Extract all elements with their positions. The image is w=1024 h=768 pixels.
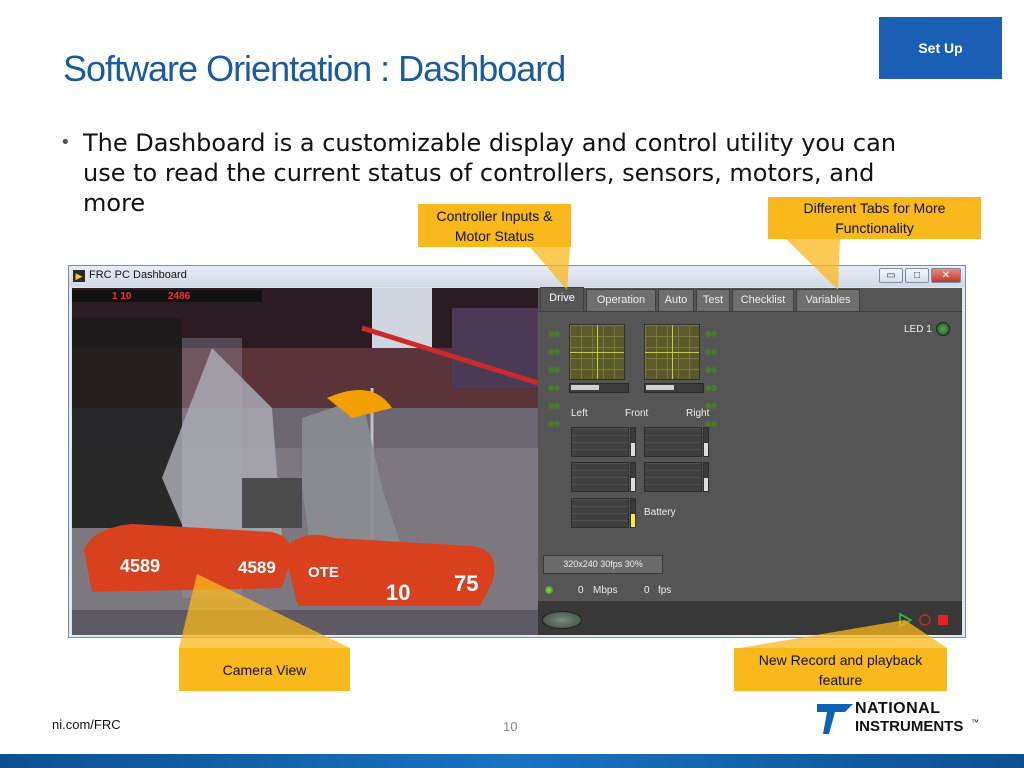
motor-meter-right-2 bbox=[644, 462, 702, 492]
connection-oval-button[interactable] bbox=[542, 611, 582, 629]
maximize-button[interactable]: □ bbox=[905, 268, 929, 283]
callout-tabs-text: Different Tabs for More Functionality bbox=[803, 200, 946, 236]
logo-line1: NATIONAL bbox=[855, 700, 941, 717]
scoreboard-left: 1 10 bbox=[112, 291, 132, 302]
label-right: Right bbox=[686, 408, 710, 419]
play-icon[interactable] bbox=[898, 613, 912, 627]
tab-checklist[interactable]: Checklist bbox=[732, 289, 794, 311]
led-label: LED 1 bbox=[904, 324, 932, 335]
tab-divider bbox=[538, 311, 962, 312]
record-icon[interactable] bbox=[918, 613, 932, 627]
callout-record-text: New Record and playback feature bbox=[758, 651, 923, 688]
footer-url: ni.com/FRC bbox=[52, 717, 121, 732]
minimize-button[interactable]: ▭ bbox=[879, 268, 903, 283]
button-leds-left bbox=[548, 326, 562, 434]
callout-controller: Controller Inputs & Motor Status bbox=[418, 204, 571, 247]
stop-icon[interactable] bbox=[936, 613, 950, 627]
callout-camera: Camera View bbox=[179, 648, 350, 691]
motor-bar-right-2 bbox=[703, 462, 709, 492]
window-titlebar[interactable]: ▶ FRC PC Dashboard ▭ □ ✕ bbox=[69, 266, 965, 287]
tab-test[interactable]: Test bbox=[696, 289, 730, 311]
scoreboard-mid: 2486 bbox=[168, 291, 191, 302]
bottom-band bbox=[0, 754, 1024, 768]
window-title: FRC PC Dashboard bbox=[89, 269, 187, 281]
network-led bbox=[545, 586, 553, 594]
fps-value: 0 bbox=[644, 585, 650, 596]
tab-variables[interactable]: Variables bbox=[796, 289, 860, 311]
motor-meter-left-1 bbox=[571, 427, 629, 457]
slide-title: Software Orientation : Dashboard bbox=[63, 48, 566, 89]
fps-unit: fps bbox=[658, 585, 672, 596]
led-indicator bbox=[936, 322, 950, 336]
camera-settings-button[interactable]: 320x240 30fps 30% bbox=[543, 555, 663, 574]
motor-meter-left-2 bbox=[571, 462, 629, 492]
battery-meter bbox=[571, 498, 629, 528]
motor-bar-left-2 bbox=[630, 462, 636, 492]
close-button[interactable]: ✕ bbox=[931, 268, 961, 283]
joystick-left-plot bbox=[569, 324, 625, 380]
logo-tm: ™ bbox=[971, 718, 979, 727]
callout-controller-text: Controller Inputs & Motor Status bbox=[436, 207, 553, 244]
callout-camera-text: Camera View bbox=[222, 661, 307, 678]
joystick-left-slider[interactable] bbox=[569, 383, 629, 393]
bumper-number-left: 4589 bbox=[120, 556, 161, 576]
camera-view: 1 10 2486 4589 4589 OTE 10 75 bbox=[72, 288, 538, 635]
page-number: 10 bbox=[503, 719, 518, 734]
tab-auto[interactable]: Auto bbox=[658, 289, 694, 311]
bumper-number-right: 75 bbox=[454, 571, 479, 596]
label-front: Front bbox=[625, 408, 649, 419]
frc-dashboard-window: ▶ FRC PC Dashboard ▭ □ ✕ 1 10 2486 4589 … bbox=[68, 265, 966, 638]
bullet-dot: • bbox=[60, 132, 71, 153]
setup-badge: Set Up bbox=[879, 17, 1002, 79]
tab-operation[interactable]: Operation bbox=[586, 289, 656, 311]
label-left: Left bbox=[571, 408, 588, 419]
motor-meter-right-1 bbox=[644, 427, 702, 457]
dashboard-panel: Drive Operation Auto Test Checklist Variables… bbox=[538, 287, 962, 635]
labview-icon: ▶ bbox=[73, 270, 85, 282]
motor-bar-right-1 bbox=[703, 427, 709, 457]
record-playback-strip bbox=[538, 601, 962, 635]
callout-tabs: Different Tabs for More Functionality bbox=[768, 197, 981, 239]
battery-label: Battery bbox=[644, 507, 676, 518]
bumper-number-right2: 10 bbox=[386, 580, 411, 605]
motor-bar-left-1 bbox=[630, 427, 636, 457]
battery-level-bar bbox=[630, 498, 636, 528]
bumper-number-left2: 4589 bbox=[238, 558, 276, 577]
ni-logo: NATIONAL INSTRUMENTS ™ bbox=[815, 698, 980, 742]
ni-eagle-icon bbox=[817, 704, 853, 734]
mbps-unit: Mbps bbox=[593, 585, 618, 596]
callout-record: New Record and playback feature bbox=[734, 648, 947, 691]
bumper-text-right: OTE bbox=[308, 564, 339, 581]
joystick-right-plot bbox=[644, 324, 700, 380]
logo-line2: INSTRUMENTS bbox=[855, 718, 964, 735]
joystick-right-slider[interactable] bbox=[644, 383, 704, 393]
tab-drive[interactable]: Drive bbox=[540, 287, 584, 312]
mbps-value: 0 bbox=[578, 585, 584, 596]
